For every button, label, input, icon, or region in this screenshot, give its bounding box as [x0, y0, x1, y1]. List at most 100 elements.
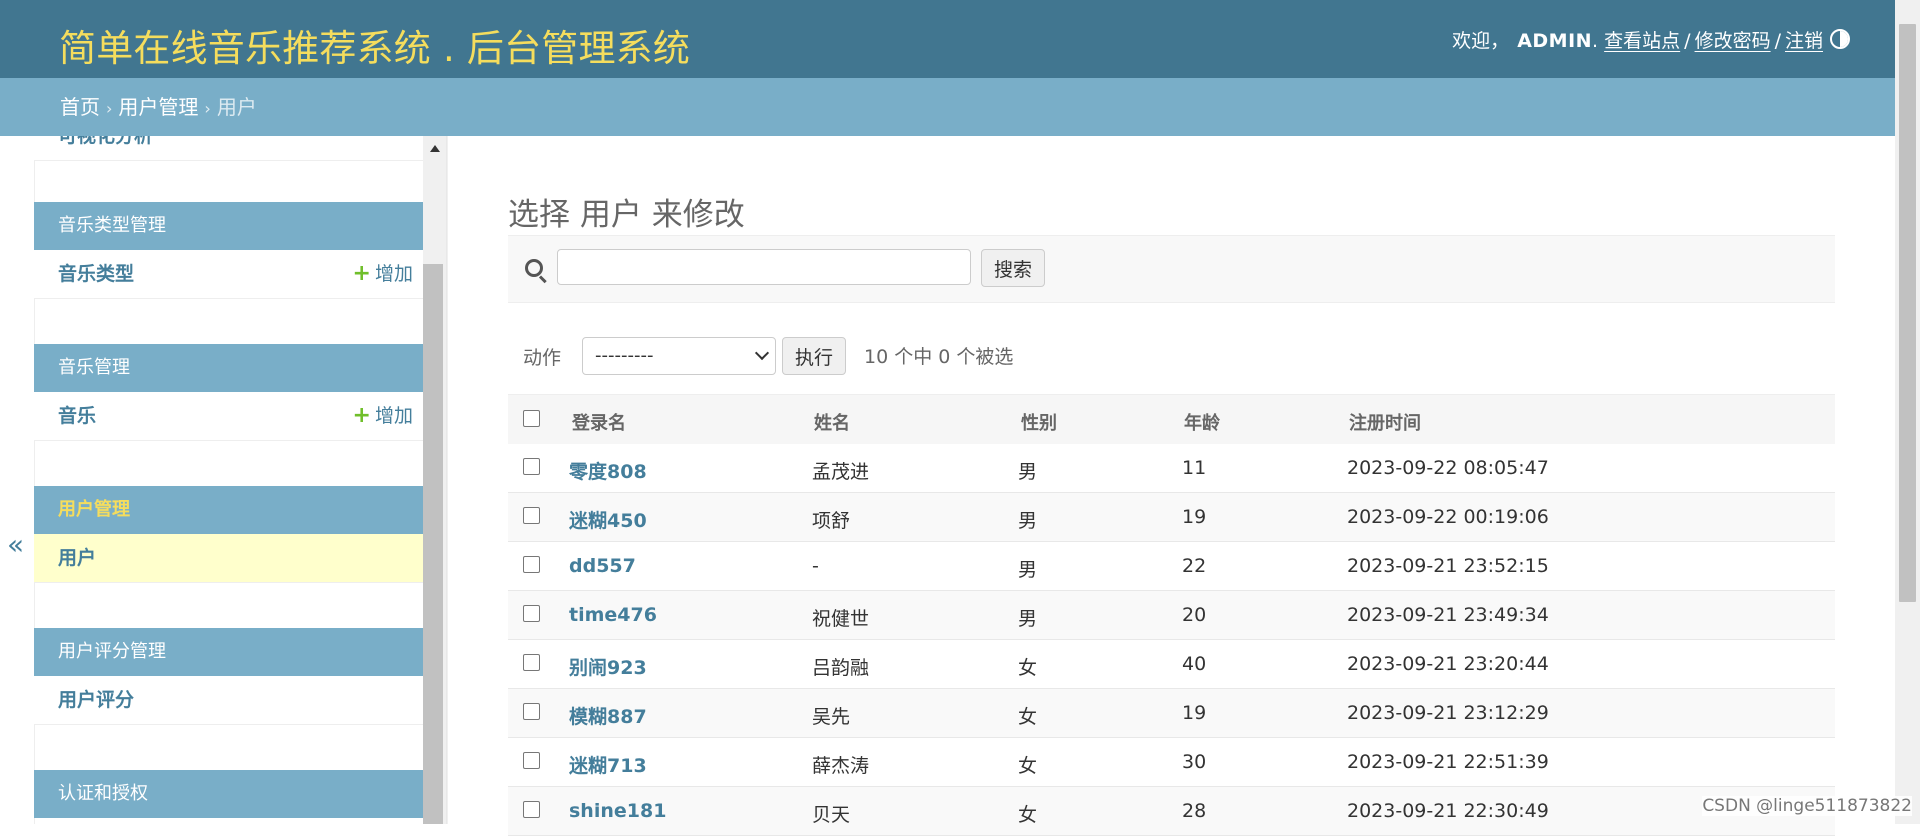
cell-name: 吕韵融	[812, 657, 870, 679]
go-button[interactable]: 执行	[782, 337, 846, 375]
sidebar-item-music[interactable]: 音乐 + 增加	[34, 392, 423, 441]
sidebar-item-label[interactable]: 音乐	[58, 392, 96, 440]
username-link[interactable]: 零度808	[569, 457, 647, 484]
table-row: time476 祝健世 男 20 2023-09-21 23:49:34	[508, 591, 1835, 640]
cell-age: 19	[1182, 702, 1207, 724]
cell-name: 贝天	[812, 804, 851, 826]
double-chevron-left-icon: «	[7, 528, 25, 561]
username-link[interactable]: time476	[569, 604, 657, 626]
row-checkbox[interactable]	[523, 801, 540, 818]
cell-gender: 男	[1018, 608, 1038, 630]
cell-registered: 2023-09-21 23:52:15	[1347, 555, 1549, 577]
cell-name: 薛杰涛	[812, 755, 870, 777]
search-icon	[525, 259, 543, 277]
breadcrumb-current: 用户	[216, 95, 257, 119]
username-link[interactable]: dd557	[569, 555, 636, 577]
separator: /	[1684, 30, 1691, 52]
plus-icon: +	[352, 403, 371, 428]
username-link[interactable]: shine181	[569, 800, 666, 822]
username-link[interactable]: 模糊887	[569, 702, 647, 729]
cell-age: 22	[1182, 555, 1207, 577]
column-header-registered[interactable]: 注册时间	[1349, 409, 1421, 435]
module-caption[interactable]: 用户评分管理	[34, 628, 423, 676]
row-checkbox[interactable]	[523, 556, 540, 573]
header: 简单在线音乐推荐系统 . 后台管理系统 欢迎， ADMIN. 查看站点 / 修改密码 /…	[0, 0, 1920, 78]
breadcrumb-section[interactable]: 用户管理	[118, 95, 198, 119]
breadcrumb-home[interactable]: 首页	[60, 95, 100, 119]
table-row: shine181 贝天 女 28 2023-09-21 22:30:49	[508, 787, 1835, 836]
breadcrumb: 首页 › 用户管理 › 用户	[0, 78, 1895, 136]
sidebar-item-label: 可视化分析	[58, 136, 154, 147]
row-checkbox[interactable]	[523, 458, 540, 475]
sidebar-item-label[interactable]: 音乐类型	[58, 250, 134, 298]
scroll-up-arrow-icon[interactable]	[430, 145, 440, 152]
row-checkbox[interactable]	[523, 752, 540, 769]
cell-name: 项舒	[812, 510, 851, 532]
cell-registered: 2023-09-21 23:49:34	[1347, 604, 1549, 626]
cell-registered: 2023-09-21 23:20:44	[1347, 653, 1549, 675]
module-caption[interactable]: 音乐管理	[34, 344, 423, 392]
module-caption[interactable]: 认证和授权	[34, 770, 423, 818]
table-row: 迷糊713 薛杰涛 女 30 2023-09-21 22:51:39	[508, 738, 1835, 787]
cell-registered: 2023-09-21 23:12:29	[1347, 702, 1549, 724]
breadcrumb-separator: ›	[204, 99, 211, 118]
module-caption[interactable]: 音乐类型管理	[34, 202, 423, 250]
action-label: 动作	[523, 347, 562, 369]
row-checkbox[interactable]	[523, 605, 540, 622]
sidebar-item-clipped[interactable]: 可视化分析	[34, 136, 423, 161]
username-link[interactable]: 迷糊713	[569, 751, 647, 778]
row-checkbox[interactable]	[523, 507, 540, 524]
cell-gender: 男	[1018, 559, 1038, 581]
action-select[interactable]: ---------	[582, 337, 776, 375]
username-link[interactable]: 迷糊450	[569, 506, 647, 533]
logout-link[interactable]: 注销	[1785, 30, 1823, 52]
select-all-checkbox[interactable]	[523, 410, 540, 427]
site-name[interactable]: 简单在线音乐推荐系统 . 后台管理系统	[59, 18, 690, 72]
cell-name: 孟茂进	[812, 461, 870, 483]
table-row: 零度808 孟茂进 男 11 2023-09-22 08:05:47	[508, 444, 1835, 493]
row-checkbox[interactable]	[523, 703, 540, 720]
sidebar-collapse-button[interactable]: «	[0, 136, 35, 824]
sidebar-item-label[interactable]: 用户	[58, 534, 96, 582]
add-button[interactable]: + 增加	[353, 392, 413, 440]
breadcrumb-separator: ›	[106, 99, 113, 118]
user-tools: 欢迎， ADMIN. 查看站点 / 修改密码 / 注销	[1452, 30, 1823, 52]
page-scrollbar[interactable]	[1895, 0, 1920, 824]
welcome-text: 欢迎，	[1452, 30, 1510, 52]
module-caption-active[interactable]: 用户管理	[34, 486, 423, 534]
cell-gender: 男	[1018, 461, 1038, 483]
sidebar: 可视化分析 音乐类型管理 音乐类型 + 增加 音乐管理 音乐 + 增加 用户管理 用…	[34, 136, 423, 824]
cell-name: 吴先	[812, 706, 851, 728]
main-content: 选择 用户 来修改 搜索 动作 --------- 执行 10 个中 0 个被选…	[508, 136, 1836, 836]
chevron-down-icon	[754, 345, 770, 361]
sidebar-item-label[interactable]: 用户评分	[58, 676, 134, 724]
cell-gender: 女	[1018, 706, 1038, 728]
selection-counter: 10 个中 0 个被选	[864, 346, 1014, 368]
change-password-link[interactable]: 修改密码	[1695, 30, 1771, 52]
cell-name: 祝健世	[812, 608, 870, 630]
add-button[interactable]: + 增加	[353, 250, 413, 298]
sidebar-item-users[interactable]: 用户	[34, 534, 423, 583]
cell-age: 11	[1182, 457, 1207, 479]
view-site-link[interactable]: 查看站点	[1604, 30, 1680, 52]
table-header: 登录名 姓名 性别 年龄 注册时间	[508, 394, 1835, 446]
column-header-name[interactable]: 姓名	[814, 409, 850, 435]
scrollbar-thumb[interactable]	[1899, 24, 1916, 602]
table-row: 模糊887 吴先 女 19 2023-09-21 23:12:29	[508, 689, 1835, 738]
contrast-icon[interactable]	[1830, 29, 1850, 49]
sidebar-scrollbar[interactable]	[423, 136, 448, 824]
separator: /	[1774, 30, 1781, 52]
search-button[interactable]: 搜索	[981, 249, 1045, 287]
sidebar-item-music-type[interactable]: 音乐类型 + 增加	[34, 250, 423, 299]
cell-gender: 女	[1018, 657, 1038, 679]
column-header-username[interactable]: 登录名	[572, 409, 626, 435]
username-link[interactable]: 别闹923	[569, 653, 647, 680]
sidebar-item-user-ratings[interactable]: 用户评分	[34, 676, 423, 725]
cell-registered: 2023-09-21 22:51:39	[1347, 751, 1549, 773]
cell-gender: 女	[1018, 804, 1038, 826]
column-header-age[interactable]: 年龄	[1184, 409, 1220, 435]
scrollbar-thumb[interactable]	[423, 264, 443, 824]
column-header-gender[interactable]: 性别	[1021, 409, 1057, 435]
search-input[interactable]	[557, 249, 971, 285]
row-checkbox[interactable]	[523, 654, 540, 671]
